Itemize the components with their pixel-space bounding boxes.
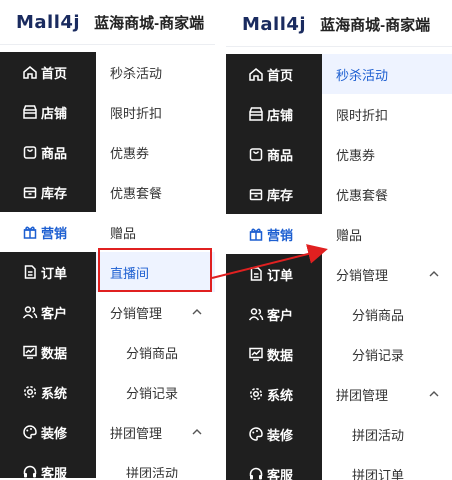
annotation-arrow — [0, 0, 452, 478]
